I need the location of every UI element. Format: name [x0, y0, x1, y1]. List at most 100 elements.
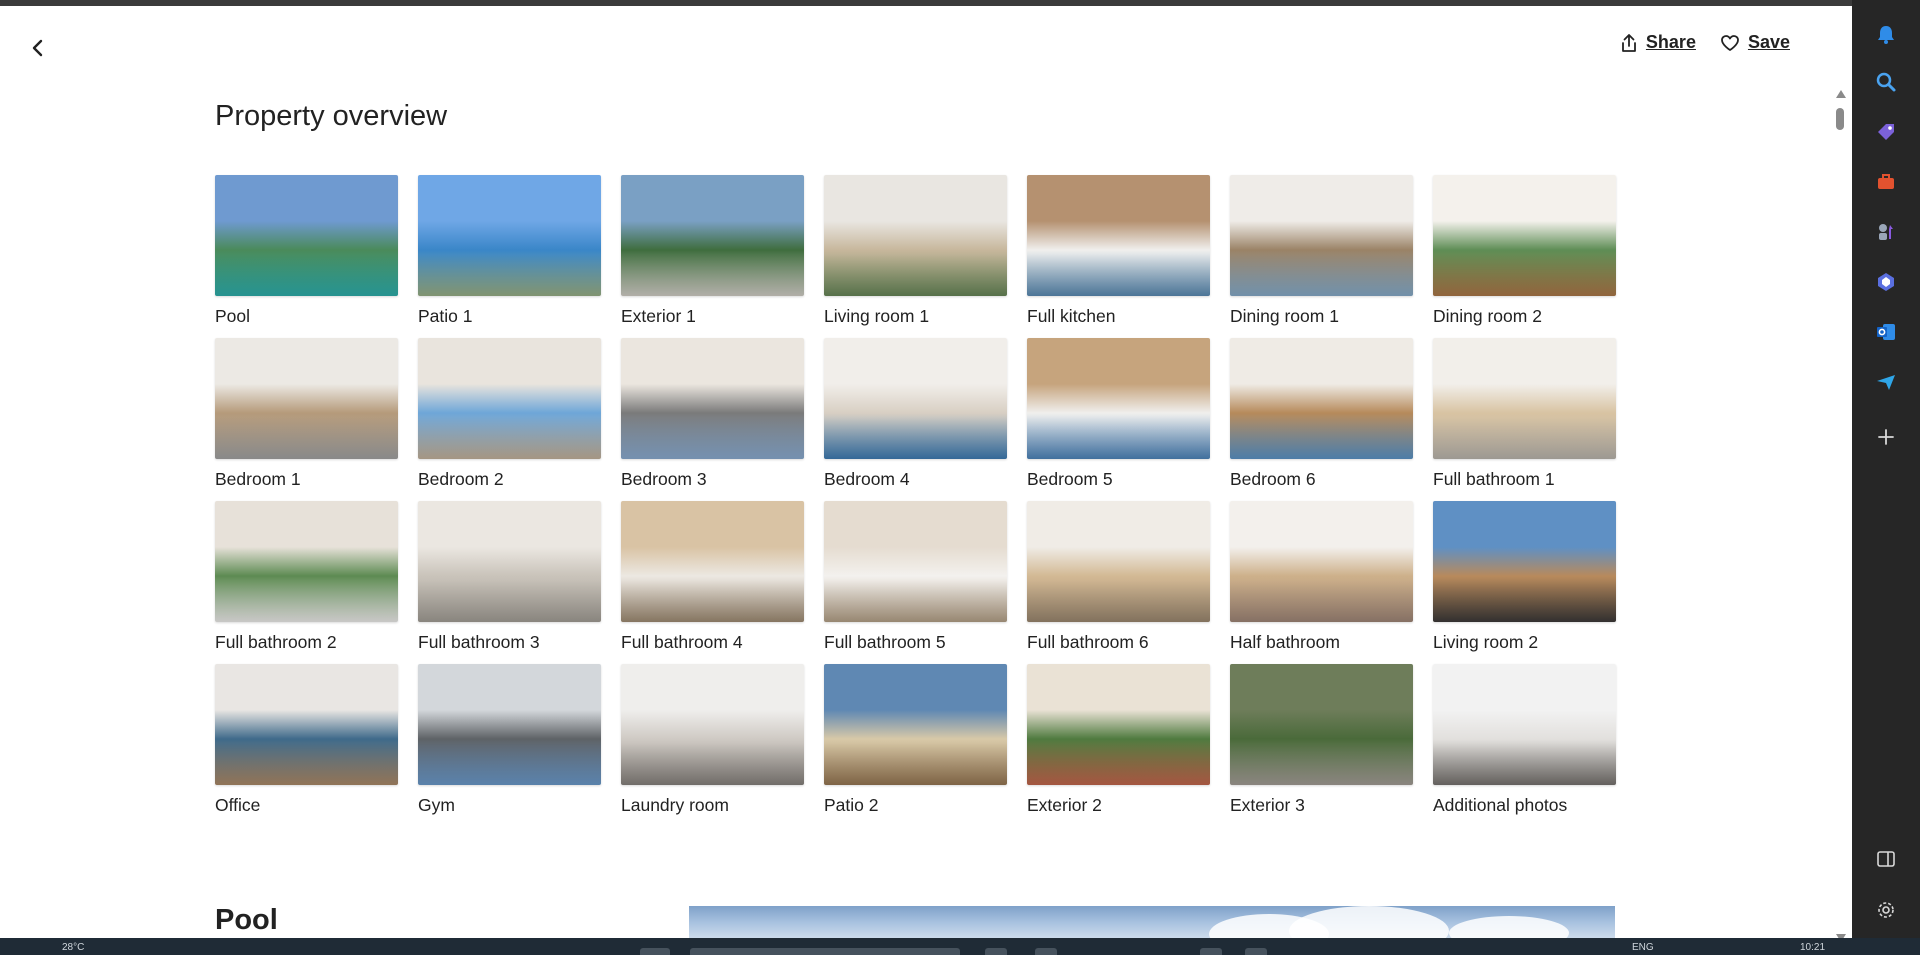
photo-thumbnail[interactable] [1027, 664, 1210, 785]
photo-thumbnail[interactable] [824, 501, 1007, 622]
taskbar-search-box[interactable] [690, 948, 960, 955]
heart-icon [1721, 34, 1739, 51]
chevron-left-icon [32, 39, 43, 57]
photo-thumbnail[interactable] [824, 664, 1007, 785]
photo-category-tile[interactable]: Gym [418, 664, 601, 816]
photo-thumbnail[interactable] [1027, 338, 1210, 459]
photo-thumbnail[interactable] [1230, 338, 1413, 459]
photo-thumbnail[interactable] [621, 501, 804, 622]
photo-thumbnail[interactable] [1027, 175, 1210, 296]
photo-category-tile[interactable]: Full bathroom 2 [215, 501, 398, 653]
settings-icon[interactable] [1870, 894, 1902, 926]
photo-category-label: Exterior 3 [1230, 795, 1305, 815]
photo-category-tile[interactable]: Full bathroom 6 [1027, 501, 1210, 653]
photo-category-tile[interactable]: Bedroom 4 [824, 338, 1007, 490]
photo-category-label: Full bathroom 1 [1433, 469, 1555, 489]
photo-category-label: Bedroom 3 [621, 469, 707, 489]
tag-icon[interactable] [1870, 116, 1902, 148]
save-button[interactable]: Save [1720, 32, 1790, 53]
back-button[interactable] [22, 32, 54, 64]
photo-category-tile[interactable]: Half bathroom [1230, 501, 1413, 653]
photo-thumbnail[interactable] [1027, 501, 1210, 622]
photo-category-tile[interactable]: Additional photos [1433, 664, 1616, 816]
photo-thumbnail[interactable] [215, 175, 398, 296]
toolbox-icon[interactable] [1870, 166, 1902, 198]
page-scrollbar[interactable] [1832, 86, 1848, 938]
taskbar-app-icon[interactable] [985, 948, 1007, 955]
photo-category-tile[interactable]: Exterior 1 [621, 175, 804, 327]
photo-category-tile[interactable]: Patio 1 [418, 175, 601, 327]
share-button[interactable]: Share [1620, 32, 1696, 53]
outlook-icon[interactable] [1870, 316, 1902, 348]
taskbar-language[interactable]: ENG [1632, 942, 1654, 953]
photo-category-tile[interactable]: Full bathroom 4 [621, 501, 804, 653]
photo-category-tile[interactable]: Exterior 3 [1230, 664, 1413, 816]
photo-thumbnail[interactable] [215, 501, 398, 622]
add-icon[interactable] [1870, 421, 1902, 453]
scroll-thumb[interactable] [1836, 108, 1844, 130]
header-actions: Share Save [1620, 32, 1790, 53]
photo-thumbnail[interactable] [1433, 175, 1616, 296]
split-view-icon[interactable] [1870, 843, 1902, 875]
photo-thumbnail[interactable] [1230, 175, 1413, 296]
property-photo-tour-page: Share Save Property overview Pool Patio 1… [0, 6, 1852, 938]
taskbar-app-icon[interactable] [1035, 948, 1057, 955]
photo-thumbnail[interactable] [621, 664, 804, 785]
photo-category-tile[interactable]: Full bathroom 5 [824, 501, 1007, 653]
photo-category-label: Full bathroom 3 [418, 632, 540, 652]
taskbar-clock[interactable]: 10:21 [1800, 942, 1825, 953]
photo-category-tile[interactable]: Bedroom 5 [1027, 338, 1210, 490]
photo-thumbnail[interactable] [621, 175, 804, 296]
pool-section-photo[interactable] [689, 906, 1615, 938]
scroll-up-arrow-icon[interactable] [1836, 90, 1846, 98]
share-icon [1622, 33, 1636, 52]
photo-category-tile[interactable]: Bedroom 2 [418, 338, 601, 490]
photo-category-tile[interactable]: Exterior 2 [1027, 664, 1210, 816]
photo-category-tile[interactable]: Bedroom 3 [621, 338, 804, 490]
bell-icon[interactable] [1870, 18, 1902, 50]
photo-category-tile[interactable]: Patio 2 [824, 664, 1007, 816]
photo-thumbnail[interactable] [621, 338, 804, 459]
send-icon[interactable] [1870, 366, 1902, 398]
photo-category-label: Full kitchen [1027, 306, 1116, 326]
copilot-icon[interactable] [1870, 266, 1902, 298]
photo-category-tile[interactable]: Office [215, 664, 398, 816]
photo-thumbnail[interactable] [418, 664, 601, 785]
photo-category-tile[interactable]: Laundry room [621, 664, 804, 816]
photo-thumbnail[interactable] [824, 175, 1007, 296]
taskbar-weather[interactable]: 28°C [62, 942, 84, 953]
photo-thumbnail[interactable] [1433, 338, 1616, 459]
photo-category-tile[interactable]: Dining room 2 [1433, 175, 1616, 327]
search-icon[interactable] [1870, 66, 1902, 98]
photo-thumbnail[interactable] [1230, 501, 1413, 622]
photo-category-tile[interactable]: Pool [215, 175, 398, 327]
photo-category-tile[interactable]: Full bathroom 1 [1433, 338, 1616, 490]
photo-thumbnail[interactable] [418, 175, 601, 296]
photo-category-label: Office [215, 795, 261, 815]
photo-thumbnail[interactable] [1230, 664, 1413, 785]
photo-category-label: Full bathroom 6 [1027, 632, 1149, 652]
photo-category-tile[interactable]: Bedroom 1 [215, 338, 398, 490]
taskbar-app-icon[interactable] [640, 948, 670, 955]
taskbar-app-icon[interactable] [1200, 948, 1222, 955]
photo-thumbnail[interactable] [824, 338, 1007, 459]
photo-thumbnail[interactable] [215, 338, 398, 459]
chess-icon[interactable] [1870, 216, 1902, 248]
photo-thumbnail[interactable] [418, 501, 601, 622]
photo-thumbnail[interactable] [1433, 501, 1616, 622]
photo-thumbnail[interactable] [418, 338, 601, 459]
photo-category-label: Living room 1 [824, 306, 930, 326]
photo-category-tile[interactable]: Full kitchen [1027, 175, 1210, 327]
photo-category-label: Bedroom 1 [215, 469, 301, 489]
photo-category-tile[interactable]: Dining room 1 [1230, 175, 1413, 327]
taskbar-app-icon[interactable] [1245, 948, 1267, 955]
photo-category-tile[interactable]: Living room 1 [824, 175, 1007, 327]
photo-category-tile[interactable]: Full bathroom 3 [418, 501, 601, 653]
photo-category-label: Bedroom 6 [1230, 469, 1316, 489]
photo-thumbnail[interactable] [1433, 664, 1616, 785]
browser-side-rail [1852, 0, 1920, 938]
photo-thumbnail[interactable] [215, 664, 398, 785]
save-label: Save [1747, 32, 1790, 52]
photo-category-tile[interactable]: Bedroom 6 [1230, 338, 1413, 490]
photo-category-tile[interactable]: Living room 2 [1433, 501, 1616, 653]
